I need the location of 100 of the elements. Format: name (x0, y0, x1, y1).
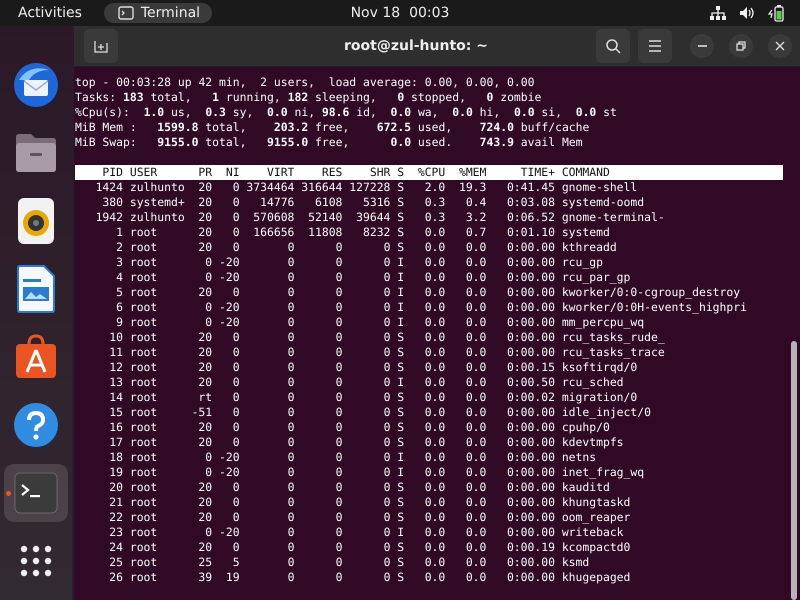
folder-icon[interactable] (13, 131, 59, 175)
table-cell-text: 39 (197, 570, 212, 585)
table-cell-text: 12 (108, 360, 123, 375)
app-menu-button[interactable]: Terminal (104, 3, 212, 23)
table-cell-text: 0.0 (424, 240, 446, 255)
table-cell-text: 0 (204, 300, 212, 315)
summary-line: top - 00:03:28 up 42 min, 2 users, load average: 0.00, 0.00, 0.00 (75, 75, 536, 90)
table-cell-text: 5316 (362, 195, 390, 210)
table-cell-text: 20 (197, 480, 212, 495)
table-cell-text: 0 (334, 405, 342, 420)
table-cell-text: 0.0 (464, 270, 486, 285)
maximize-button[interactable] (729, 34, 753, 58)
table-cell-text: I (396, 525, 404, 540)
table-cell-text: I (396, 270, 404, 285)
table-cell-text: 0 (334, 345, 342, 360)
table-cell-text: S (396, 330, 404, 345)
table-cell-text: rcu_sched (560, 375, 624, 390)
help-icon[interactable] (13, 402, 59, 448)
table-cell-text: ksmd (560, 555, 590, 570)
battery-icon[interactable] (768, 4, 784, 22)
table-cell-text: 0.0 (424, 345, 446, 360)
table-cell-text: -20 (218, 300, 240, 315)
table-cell-text: 0:00.00 (506, 345, 555, 360)
table-cell-text: 5 (115, 285, 123, 300)
new-tab-button[interactable] (84, 29, 118, 63)
volume-icon[interactable] (739, 6, 755, 20)
column-header: PR (197, 165, 212, 180)
speaker-icon[interactable] (17, 197, 55, 245)
menu-button[interactable] (638, 29, 672, 63)
table-cell-text: I (396, 315, 404, 330)
table-cell-text: rcu_par_gp (560, 270, 630, 285)
table-cell-text: I (396, 285, 404, 300)
table-cell-text: 0 (286, 240, 294, 255)
summary-line: Tasks: 183 total, 1 running, 182 sleeping, 0 stopped, 0 zombie (75, 90, 542, 105)
clock[interactable]: Nov 18 00:03 (350, 5, 450, 21)
table-cell-text: 0.7 (464, 225, 486, 240)
table-cell-text: S (396, 195, 404, 210)
table-cell-text: kthreadd (560, 240, 617, 255)
table-cell-text: 0 (232, 480, 240, 495)
envelope-icon[interactable] (11, 60, 61, 110)
table-cell-text: 0 (334, 450, 342, 465)
restore-icon (736, 41, 746, 51)
table-cell-text: rcu_gp (560, 255, 603, 270)
table-cell-text: 0 (382, 480, 390, 495)
table-cell-text: 6108 (314, 195, 342, 210)
table-cell-text: writeback (560, 525, 624, 540)
app-grid-icon[interactable] (20, 545, 52, 577)
table-cell-text: 0:00.00 (506, 450, 555, 465)
minimize-button[interactable] (690, 34, 714, 58)
table-cell-text: root (128, 285, 158, 300)
table-cell-text: 166656 (252, 225, 294, 240)
activities-button[interactable]: Activities (18, 5, 82, 21)
network-icon[interactable] (710, 6, 726, 20)
table-cell-text: 0.0 (464, 540, 486, 555)
table-cell-text: 0.0 (424, 405, 446, 420)
table-cell-text: 0.0 (464, 375, 486, 390)
table-cell-text: 6 (115, 300, 123, 315)
document-icon[interactable] (17, 265, 55, 313)
table-cell-text: 0.0 (424, 360, 446, 375)
table-cell-text: -20 (218, 255, 240, 270)
scrollbar[interactable] (791, 341, 797, 600)
table-cell-text: root (128, 255, 158, 270)
table-cell-text: 0 (286, 435, 294, 450)
table-cell-text: 8232 (362, 225, 390, 240)
search-button[interactable] (596, 29, 630, 63)
menu-icon (648, 40, 662, 52)
table-cell-text: 20 (197, 210, 212, 225)
table-cell-text: 0.0 (464, 480, 486, 495)
table-cell-text: 0.0 (464, 390, 486, 405)
table-cell-text: -20 (218, 465, 240, 480)
close-button[interactable] (768, 34, 792, 58)
table-cell-text: 0 (382, 375, 390, 390)
table-cell-text: 0 (382, 510, 390, 525)
shopping-bag-icon[interactable] (14, 334, 58, 380)
table-cell-text: S (396, 510, 404, 525)
table-cell-text: 0.0 (464, 525, 486, 540)
dock-item[interactable] (4, 464, 68, 522)
table-cell-text: 316644 (300, 180, 342, 195)
table-cell-text: 19 (108, 465, 123, 480)
table-cell-text: 0 (232, 540, 240, 555)
table-cell-text: 0 (232, 510, 240, 525)
table-cell-text: I (396, 465, 404, 480)
table-cell-text: 0 (232, 390, 240, 405)
table-cell-text: netns (560, 450, 596, 465)
terminal-icon[interactable] (14, 472, 58, 514)
table-cell-text: 0:06.52 (506, 210, 555, 225)
table-cell-text: 0 (232, 420, 240, 435)
table-cell-text: gnome-terminal- (560, 210, 665, 225)
table-cell-text: 0.0 (464, 315, 486, 330)
minimize-icon (698, 45, 706, 47)
table-cell-text: 0 (382, 495, 390, 510)
table-cell-text: 0 (334, 540, 342, 555)
table-cell-text: I (396, 255, 404, 270)
table-cell-text: 0 (382, 300, 390, 315)
table-cell-text: 0 (286, 450, 294, 465)
table-cell-text: 0 (382, 360, 390, 375)
table-cell-text: 0.0 (464, 420, 486, 435)
table-cell-text: 20 (197, 180, 212, 195)
table-cell-text: 0:01.10 (506, 225, 555, 240)
table-cell-text: 0 (232, 285, 240, 300)
